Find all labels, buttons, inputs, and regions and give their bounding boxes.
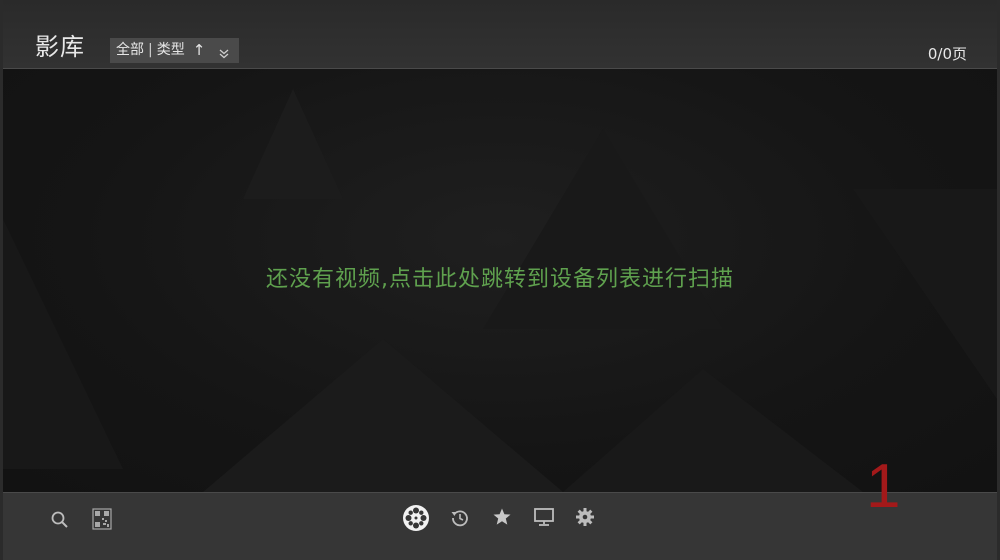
qr-code-icon[interactable]	[91, 507, 113, 531]
history-icon[interactable]	[449, 507, 471, 529]
page-counter: 0/0页	[927, 45, 967, 63]
sort-arrow: ↑	[192, 41, 206, 59]
empty-library-message[interactable]: 还没有视频,点击此处跳转到设备列表进行扫描	[3, 264, 997, 296]
page-title: 影库	[35, 33, 85, 61]
gear-icon[interactable]	[574, 506, 596, 528]
filter-separator: |	[148, 42, 153, 58]
search-icon[interactable]	[49, 509, 71, 531]
monitor-icon[interactable]	[532, 506, 556, 528]
filter-sort-dropdown[interactable]: 全部 | 类型 ↑	[110, 38, 240, 63]
bottom-navigation-bar	[3, 492, 997, 560]
filter-scope-label: 全部	[116, 42, 144, 58]
star-icon[interactable]	[491, 506, 513, 528]
header-bar: 影库 全部 | 类型 ↑ 0/0页	[3, 0, 997, 69]
sort-field-label: 类型	[156, 42, 185, 58]
film-reel-icon[interactable]	[401, 503, 431, 533]
main-content: 还没有视频,点击此处跳转到设备列表进行扫描	[3, 69, 997, 492]
page-number-overlay: 1	[866, 452, 901, 521]
chevron-down-icon	[217, 44, 231, 58]
app-window: 影库 全部 | 类型 ↑ 0/0页 还没有视频,点击此处跳转到设备列表进行扫描	[0, 0, 1000, 560]
